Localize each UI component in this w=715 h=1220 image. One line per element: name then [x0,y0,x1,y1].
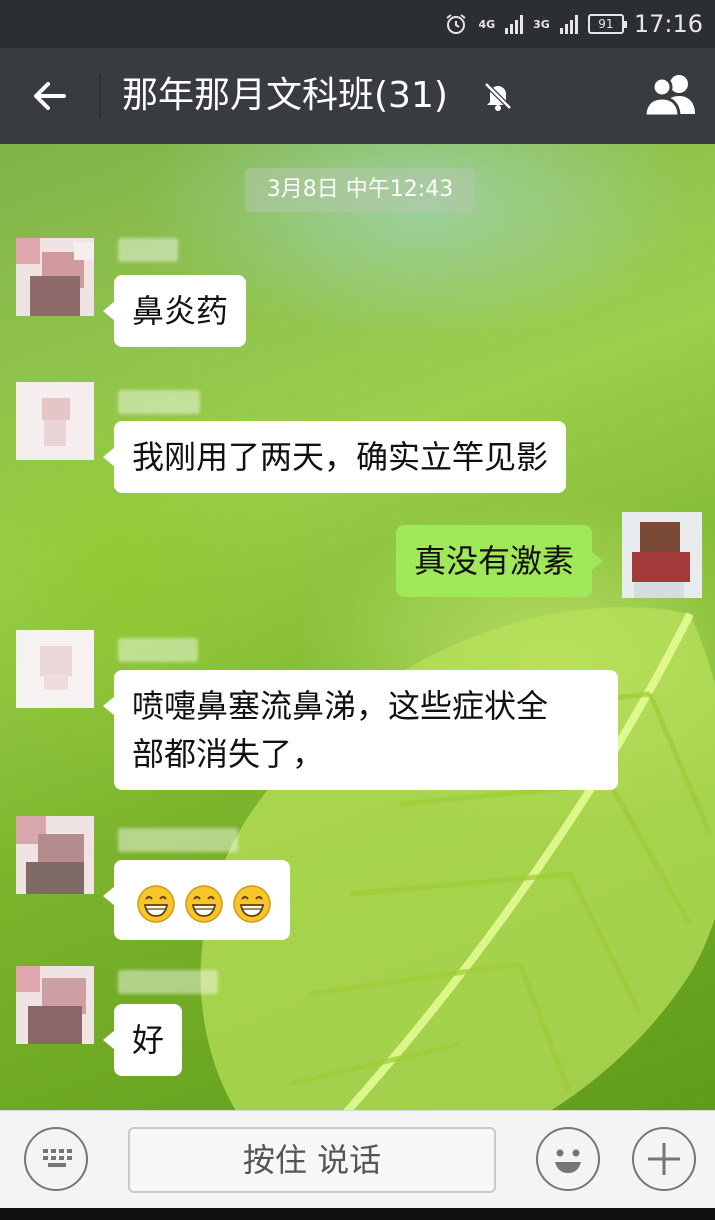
message-bubble[interactable]: 喷嚏鼻塞流鼻涕，这些症状全 部都消失了， [103,670,618,790]
sender-name [118,238,178,262]
avatar[interactable] [16,382,94,460]
grin-emoji-icon [136,884,176,924]
keyboard-icon [43,1149,72,1167]
status-bar: 4G 3G 91 17:16 [0,0,715,48]
chat-header: 那年那月文科班(31) [0,48,715,144]
system-nav-bar [0,1208,715,1220]
chat-timestamp: 3月8日 中午12:43 [245,168,475,212]
grin-emoji-icon [184,884,224,924]
mute-bell-icon [480,78,516,114]
clock: 17:16 [633,10,703,38]
signal-icon-2 [559,14,578,34]
network-type-1: 4G [478,17,496,31]
group-members-button[interactable] [641,68,701,124]
network-type-2: 3G [533,17,550,31]
group-members-icon [643,75,695,118]
input-bar: 按住 说话 [0,1110,715,1208]
sender-name [118,638,198,662]
outgoing-message-bubble[interactable]: 真没有激素 [396,525,604,597]
message-bubble[interactable]: 鼻炎药 [102,275,247,347]
battery-icon: 91 [587,14,627,34]
smiley-icon [555,1149,581,1173]
message-bubble[interactable]: 我刚用了两天，确实立竿见影 [102,421,567,493]
plus-icon [648,1143,680,1175]
signal-icon [505,14,524,34]
sender-name [118,390,200,414]
grin-emoji-icon [232,884,272,924]
more-actions-button[interactable] [632,1127,696,1191]
message-line: 部都消失了， [132,735,325,773]
header-divider [99,74,101,118]
chat-title: 那年那月文科班(31) [122,75,448,116]
avatar[interactable] [16,966,94,1044]
hold-to-talk-button[interactable]: 按住 说话 [128,1127,496,1193]
emoji-button[interactable] [536,1127,600,1191]
keyboard-toggle-button[interactable] [24,1127,88,1191]
chat-area[interactable]: 3月8日 中午12:43 鼻炎药 我刚用了两天，确实立竿见影 真没有激素 喷嚏鼻… [0,144,715,1110]
sender-name [118,970,218,994]
my-avatar[interactable] [622,512,702,598]
avatar[interactable] [16,816,94,894]
sender-name [118,828,238,852]
message-line: 喷嚏鼻塞流鼻涕，这些症状全 [132,687,549,725]
message-bubble[interactable]: 好 [102,1004,183,1076]
back-arrow-icon [34,82,66,110]
avatar[interactable] [16,238,94,316]
back-button[interactable] [24,70,76,122]
avatar[interactable] [16,630,94,708]
alarm-icon [446,14,467,34]
message-bubble[interactable] [103,860,290,940]
